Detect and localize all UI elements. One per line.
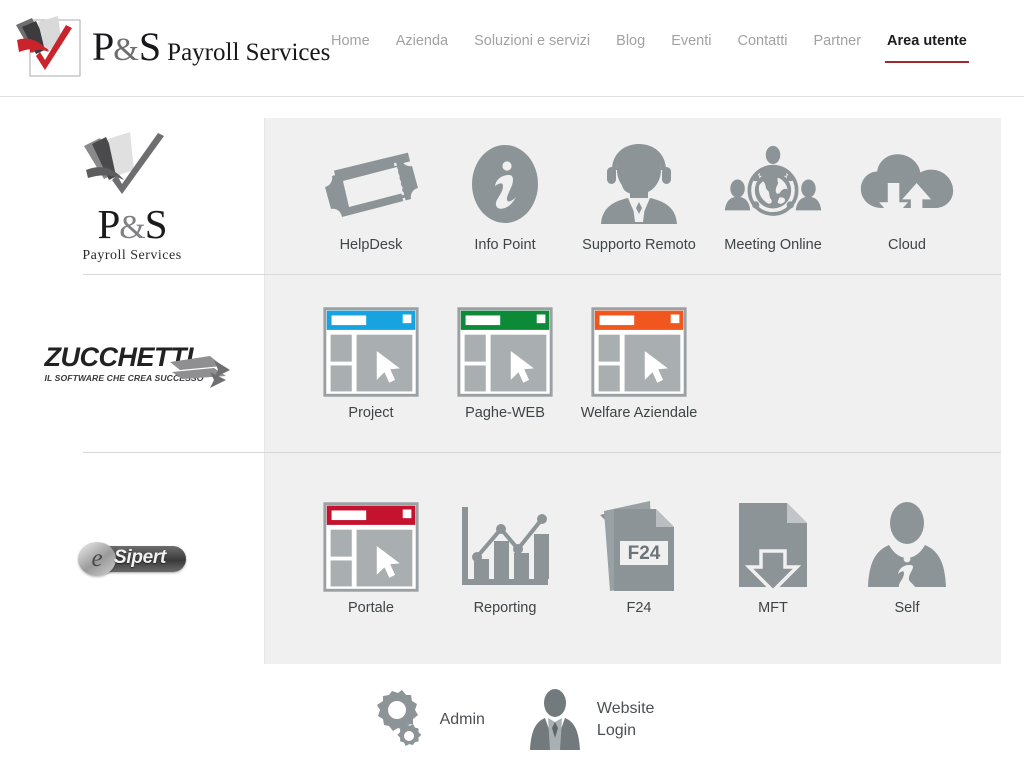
nav-item-partner[interactable]: Partner <box>800 30 874 52</box>
brand-wordmark: P & S Payroll Services <box>92 27 330 69</box>
ticket-icon <box>321 139 421 229</box>
nav-item-soluzioni-e-servizi[interactable]: Soluzioni e servizi <box>461 30 603 52</box>
service-tile-f24[interactable]: F24 F24 <box>572 500 706 616</box>
f24-doc-text: F24 <box>628 543 661 564</box>
footer-label-website: Website <box>596 700 655 718</box>
footer-label-website-login: Website Login <box>597 698 655 741</box>
nav-item-contatti[interactable]: Contatti <box>725 30 801 52</box>
section-ps-services: P&S Payroll Services HelpDesk Info Point… <box>0 118 1024 274</box>
zucchetti-sidebar-logo: ZUCCHETTI IL SOFTWARE CHE CREA SUCCESSO <box>0 275 264 452</box>
service-tile-self[interactable]: Self <box>840 501 974 616</box>
esipert-wordmark: Sipert <box>114 546 167 568</box>
browser-window-icon <box>589 306 689 397</box>
cloud-sync-icon <box>857 139 957 229</box>
service-tile-meeting-online[interactable]: Meeting Online <box>706 139 840 253</box>
brand-logo[interactable]: P & S Payroll Services <box>12 12 330 84</box>
service-tile-reporting[interactable]: Reporting <box>438 502 572 616</box>
app-body: P&S Payroll Services HelpDesk Info Point… <box>0 97 1024 768</box>
nav-item-area-utente[interactable]: Area utente <box>874 30 980 63</box>
zucchetti-services-icon-row: Project Paghe-WEB Welfare Aziendale <box>264 275 1001 452</box>
ps-logo-ampersand: & <box>119 209 145 246</box>
nav-item-blog[interactable]: Blog <box>603 30 658 52</box>
globe-people-icon <box>723 139 823 229</box>
nav-item-home[interactable]: Home <box>318 30 383 52</box>
section-zucchetti-services: ZUCCHETTI IL SOFTWARE CHE CREA SUCCESSO <box>0 275 1024 452</box>
ps-services-icon-row: HelpDesk Info Point Supporto Remoto Meet… <box>264 118 1001 274</box>
footer-actions: Admin Website Login <box>0 672 1024 768</box>
document-download-icon <box>723 502 823 593</box>
zucchetti-arrow-icon <box>169 348 230 394</box>
service-tile-cloud[interactable]: Cloud <box>840 139 974 253</box>
service-label-info-point: Info Point <box>474 237 536 253</box>
businessman-icon <box>527 689 583 751</box>
service-label-mft: MFT <box>758 599 788 616</box>
service-tile-paghe-web[interactable]: Paghe-WEB <box>438 306 572 421</box>
service-tile-welfare-aziendale[interactable]: Welfare Aziendale <box>572 306 706 421</box>
ps-logo-subtitle: Payroll Services <box>82 248 182 263</box>
site-header: P & S Payroll Services Home Azienda Solu… <box>0 0 1024 97</box>
service-label-welfare-aziendale: Welfare Aziendale <box>580 404 698 421</box>
nav-item-azienda[interactable]: Azienda <box>383 30 461 52</box>
service-tile-project[interactable]: Project <box>304 306 438 421</box>
service-label-helpdesk: HelpDesk <box>339 237 403 253</box>
brand-subtitle: Payroll Services <box>167 39 331 66</box>
service-label-paghe-web: Paghe-WEB <box>465 404 545 421</box>
documents-f24-icon: F24 <box>589 500 689 592</box>
person-info-icon <box>857 501 957 592</box>
esipert-letter-e: e <box>78 541 116 576</box>
service-tile-mft[interactable]: MFT <box>706 502 840 616</box>
service-label-portale: Portale <box>348 599 394 616</box>
footer-label-admin-line1: Admin <box>439 711 485 729</box>
bar-chart-icon <box>455 502 555 592</box>
open-book-logo-icon <box>78 128 186 202</box>
service-label-reporting: Reporting <box>473 599 537 616</box>
service-tile-supporto-remoto[interactable]: Supporto Remoto <box>572 139 706 253</box>
gears-icon <box>370 689 426 751</box>
esipert-sidebar-logo: e Sipert <box>0 453 264 664</box>
service-tile-info-point[interactable]: Info Point <box>438 139 572 253</box>
ps-logo-letter-p: P <box>97 201 120 247</box>
ps-logo-wordmark: P&S <box>71 204 193 245</box>
ps-logo-letter-s: S <box>144 201 168 247</box>
info-circle-icon <box>455 139 555 229</box>
service-label-self: Self <box>894 599 920 616</box>
service-tile-helpdesk[interactable]: HelpDesk <box>304 139 438 253</box>
service-label-cloud: Cloud <box>888 237 926 253</box>
esipert-services-icon-row: Portale Reporting F24 F24 MFT Self <box>264 453 1001 664</box>
service-label-supporto-remoto: Supporto Remoto <box>582 237 696 253</box>
footer-label-login: Login <box>596 722 637 739</box>
service-tile-portale[interactable]: Portale <box>304 501 438 616</box>
main-navigation: Home Azienda Soluzioni e servizi Blog Ev… <box>318 30 980 63</box>
headset-person-icon <box>589 139 689 229</box>
browser-window-icon <box>321 501 421 592</box>
section-esipert-services: e Sipert Portale Reporting F24 F24 MFT S… <box>0 453 1024 664</box>
brand-ampersand: & <box>113 32 139 68</box>
service-label-f24: F24 <box>626 599 652 616</box>
browser-window-icon <box>455 306 555 397</box>
service-label-project: Project <box>348 404 394 421</box>
browser-window-icon <box>321 306 421 397</box>
brand-letter-s: S <box>138 24 161 69</box>
footer-item-website-login[interactable]: Website Login <box>527 689 655 751</box>
open-book-checkmark-logo-icon <box>12 12 86 84</box>
service-label-meeting-online: Meeting Online <box>724 237 822 253</box>
ps-sidebar-logo: P&S Payroll Services <box>0 118 264 274</box>
brand-letter-p: P <box>92 24 114 69</box>
nav-item-eventi[interactable]: Eventi <box>658 30 724 52</box>
footer-item-admin[interactable]: Admin <box>370 689 485 751</box>
footer-label-admin: Admin <box>440 709 485 731</box>
